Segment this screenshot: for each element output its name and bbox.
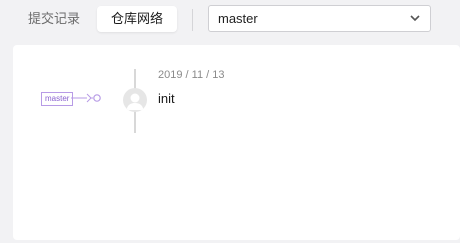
branch-connector (71, 93, 101, 103)
network-graph-panel: master 2019 / 11 / 13 init (13, 45, 460, 240)
branch-select[interactable]: master (208, 5, 431, 32)
tab-repo-network[interactable]: 仓库网络 (97, 6, 177, 32)
avatar-silhouette (126, 93, 144, 110)
divider (192, 9, 193, 31)
chevron-down-icon (410, 15, 420, 22)
commit-date: 2019 / 11 / 13 (158, 69, 225, 81)
view-tabs: 提交记录 仓库网络 (15, 6, 178, 32)
toolbar: 提交记录 仓库网络 master (0, 0, 460, 44)
commit-message[interactable]: init (158, 91, 175, 106)
tab-commit-history[interactable]: 提交记录 (15, 6, 93, 32)
branch-label[interactable]: master (41, 92, 74, 106)
branch-select-value: master (218, 11, 258, 26)
user-avatar-icon[interactable] (123, 88, 147, 112)
